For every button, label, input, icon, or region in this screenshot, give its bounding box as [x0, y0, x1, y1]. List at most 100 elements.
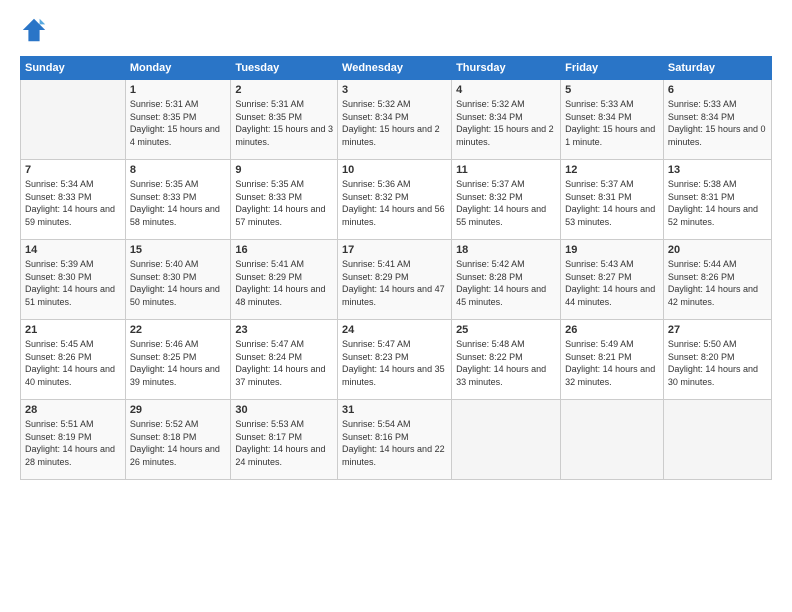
- week-row-4: 21 Sunrise: 5:45 AMSunset: 8:26 PMDayligh…: [21, 320, 772, 400]
- day-cell: 5 Sunrise: 5:33 AMSunset: 8:34 PMDaylight…: [561, 80, 664, 160]
- day-info: Sunrise: 5:49 AMSunset: 8:21 PMDaylight:…: [565, 338, 659, 388]
- page: SundayMondayTuesdayWednesdayThursdayFrid…: [0, 0, 792, 612]
- day-cell: 7 Sunrise: 5:34 AMSunset: 8:33 PMDaylight…: [21, 160, 126, 240]
- day-number: 7: [25, 164, 121, 176]
- day-cell: 30 Sunrise: 5:53 AMSunset: 8:17 PMDayligh…: [231, 400, 338, 480]
- day-cell: 15Sunrise: 5:40 AMSunset: 8:30 PMDayligh…: [125, 240, 231, 320]
- day-info: Sunrise: 5:38 AMSunset: 8:31 PMDaylight:…: [668, 178, 767, 228]
- day-info: Sunrise: 5:41 AMSunset: 8:29 PMDaylight:…: [342, 258, 447, 308]
- day-info: Sunrise: 5:47 AMSunset: 8:23 PMDaylight:…: [342, 338, 447, 388]
- day-number: 26: [565, 324, 659, 336]
- day-cell: 18 Sunrise: 5:42 AMSunset: 8:28 PMDayligh…: [452, 240, 561, 320]
- day-cell: 19 Sunrise: 5:43 AMSunset: 8:27 PMDayligh…: [561, 240, 664, 320]
- day-number: 30: [235, 404, 333, 416]
- day-info: Sunrise: 5:33 AMSunset: 8:34 PMDaylight:…: [565, 98, 659, 148]
- day-info: Sunrise: 5:31 AMSunset: 8:35 PMDaylight:…: [130, 98, 227, 148]
- day-cell: 3 Sunrise: 5:32 AMSunset: 8:34 PMDaylight…: [338, 80, 452, 160]
- logo-icon: [20, 16, 48, 44]
- day-cell: 24 Sunrise: 5:47 AMSunset: 8:23 PMDayligh…: [338, 320, 452, 400]
- header: [20, 16, 772, 44]
- day-info: Sunrise: 5:51 AMSunset: 8:19 PMDaylight:…: [25, 418, 121, 468]
- day-cell: [21, 80, 126, 160]
- day-number: 19: [565, 244, 659, 256]
- day-info: Sunrise: 5:50 AMSunset: 8:20 PMDaylight:…: [668, 338, 767, 388]
- day-number: 16: [235, 244, 333, 256]
- day-cell: 4Sunrise: 5:32 AMSunset: 8:34 PMDaylight…: [452, 80, 561, 160]
- day-cell: 26 Sunrise: 5:49 AMSunset: 8:21 PMDayligh…: [561, 320, 664, 400]
- day-cell: 12Sunrise: 5:37 AMSunset: 8:31 PMDayligh…: [561, 160, 664, 240]
- day-cell: 31 Sunrise: 5:54 AMSunset: 8:16 PMDayligh…: [338, 400, 452, 480]
- day-info: Sunrise: 5:53 AMSunset: 8:17 PMDaylight:…: [235, 418, 333, 468]
- day-number: 15: [130, 244, 227, 256]
- day-cell: 1Sunrise: 5:31 AMSunset: 8:35 PMDaylight…: [125, 80, 231, 160]
- weekday-header-saturday: Saturday: [663, 57, 771, 80]
- day-info: Sunrise: 5:42 AMSunset: 8:28 PMDaylight:…: [456, 258, 556, 308]
- week-row-1: 1Sunrise: 5:31 AMSunset: 8:35 PMDaylight…: [21, 80, 772, 160]
- day-cell: 14 Sunrise: 5:39 AMSunset: 8:30 PMDayligh…: [21, 240, 126, 320]
- day-info: Sunrise: 5:37 AMSunset: 8:31 PMDaylight:…: [565, 178, 659, 228]
- day-cell: 6 Sunrise: 5:33 AMSunset: 8:34 PMDaylight…: [663, 80, 771, 160]
- day-info: Sunrise: 5:46 AMSunset: 8:25 PMDaylight:…: [130, 338, 227, 388]
- day-cell: 16 Sunrise: 5:41 AMSunset: 8:29 PMDayligh…: [231, 240, 338, 320]
- day-info: Sunrise: 5:45 AMSunset: 8:26 PMDaylight:…: [25, 338, 121, 388]
- day-number: 4: [456, 84, 556, 96]
- day-cell: [561, 400, 664, 480]
- week-row-3: 14 Sunrise: 5:39 AMSunset: 8:30 PMDayligh…: [21, 240, 772, 320]
- day-cell: [663, 400, 771, 480]
- day-info: Sunrise: 5:31 AMSunset: 8:35 PMDaylight:…: [235, 98, 333, 148]
- weekday-header-row: SundayMondayTuesdayWednesdayThursdayFrid…: [21, 57, 772, 80]
- day-number: 2: [235, 84, 333, 96]
- day-cell: 11 Sunrise: 5:37 AMSunset: 8:32 PMDayligh…: [452, 160, 561, 240]
- day-number: 21: [25, 324, 121, 336]
- day-cell: 2 Sunrise: 5:31 AMSunset: 8:35 PMDaylight…: [231, 80, 338, 160]
- day-cell: 10Sunrise: 5:36 AMSunset: 8:32 PMDayligh…: [338, 160, 452, 240]
- weekday-header-tuesday: Tuesday: [231, 57, 338, 80]
- day-info: Sunrise: 5:44 AMSunset: 8:26 PMDaylight:…: [668, 258, 767, 308]
- day-cell: 8 Sunrise: 5:35 AMSunset: 8:33 PMDaylight…: [125, 160, 231, 240]
- day-number: 31: [342, 404, 447, 416]
- day-number: 13: [668, 164, 767, 176]
- day-info: Sunrise: 5:37 AMSunset: 8:32 PMDaylight:…: [456, 178, 556, 228]
- day-number: 8: [130, 164, 227, 176]
- day-info: Sunrise: 5:33 AMSunset: 8:34 PMDaylight:…: [668, 98, 767, 148]
- weekday-header-wednesday: Wednesday: [338, 57, 452, 80]
- day-cell: 9Sunrise: 5:35 AMSunset: 8:33 PMDaylight…: [231, 160, 338, 240]
- day-number: 17: [342, 244, 447, 256]
- weekday-header-thursday: Thursday: [452, 57, 561, 80]
- day-number: 3: [342, 84, 447, 96]
- day-cell: 28Sunrise: 5:51 AMSunset: 8:19 PMDayligh…: [21, 400, 126, 480]
- day-info: Sunrise: 5:35 AMSunset: 8:33 PMDaylight:…: [235, 178, 333, 228]
- day-cell: 22Sunrise: 5:46 AMSunset: 8:25 PMDayligh…: [125, 320, 231, 400]
- day-info: Sunrise: 5:32 AMSunset: 8:34 PMDaylight:…: [342, 98, 447, 148]
- day-number: 18: [456, 244, 556, 256]
- day-number: 29: [130, 404, 227, 416]
- day-cell: 29 Sunrise: 5:52 AMSunset: 8:18 PMDayligh…: [125, 400, 231, 480]
- day-number: 23: [235, 324, 333, 336]
- day-number: 11: [456, 164, 556, 176]
- weekday-header-friday: Friday: [561, 57, 664, 80]
- day-number: 5: [565, 84, 659, 96]
- day-info: Sunrise: 5:47 AMSunset: 8:24 PMDaylight:…: [235, 338, 333, 388]
- day-info: Sunrise: 5:52 AMSunset: 8:18 PMDaylight:…: [130, 418, 227, 468]
- week-row-5: 28Sunrise: 5:51 AMSunset: 8:19 PMDayligh…: [21, 400, 772, 480]
- day-cell: 17 Sunrise: 5:41 AMSunset: 8:29 PMDayligh…: [338, 240, 452, 320]
- day-info: Sunrise: 5:43 AMSunset: 8:27 PMDaylight:…: [565, 258, 659, 308]
- day-number: 6: [668, 84, 767, 96]
- day-info: Sunrise: 5:48 AMSunset: 8:22 PMDaylight:…: [456, 338, 556, 388]
- day-info: Sunrise: 5:54 AMSunset: 8:16 PMDaylight:…: [342, 418, 447, 468]
- day-cell: 27Sunrise: 5:50 AMSunset: 8:20 PMDayligh…: [663, 320, 771, 400]
- calendar-table: SundayMondayTuesdayWednesdayThursdayFrid…: [20, 56, 772, 480]
- day-cell: [452, 400, 561, 480]
- day-cell: 21 Sunrise: 5:45 AMSunset: 8:26 PMDayligh…: [21, 320, 126, 400]
- day-info: Sunrise: 5:39 AMSunset: 8:30 PMDaylight:…: [25, 258, 121, 308]
- day-info: Sunrise: 5:41 AMSunset: 8:29 PMDaylight:…: [235, 258, 333, 308]
- day-info: Sunrise: 5:34 AMSunset: 8:33 PMDaylight:…: [25, 178, 121, 228]
- day-cell: 23 Sunrise: 5:47 AMSunset: 8:24 PMDayligh…: [231, 320, 338, 400]
- week-row-2: 7 Sunrise: 5:34 AMSunset: 8:33 PMDaylight…: [21, 160, 772, 240]
- weekday-header-monday: Monday: [125, 57, 231, 80]
- day-info: Sunrise: 5:35 AMSunset: 8:33 PMDaylight:…: [130, 178, 227, 228]
- day-number: 24: [342, 324, 447, 336]
- weekday-header-sunday: Sunday: [21, 57, 126, 80]
- day-number: 14: [25, 244, 121, 256]
- day-info: Sunrise: 5:36 AMSunset: 8:32 PMDaylight:…: [342, 178, 447, 228]
